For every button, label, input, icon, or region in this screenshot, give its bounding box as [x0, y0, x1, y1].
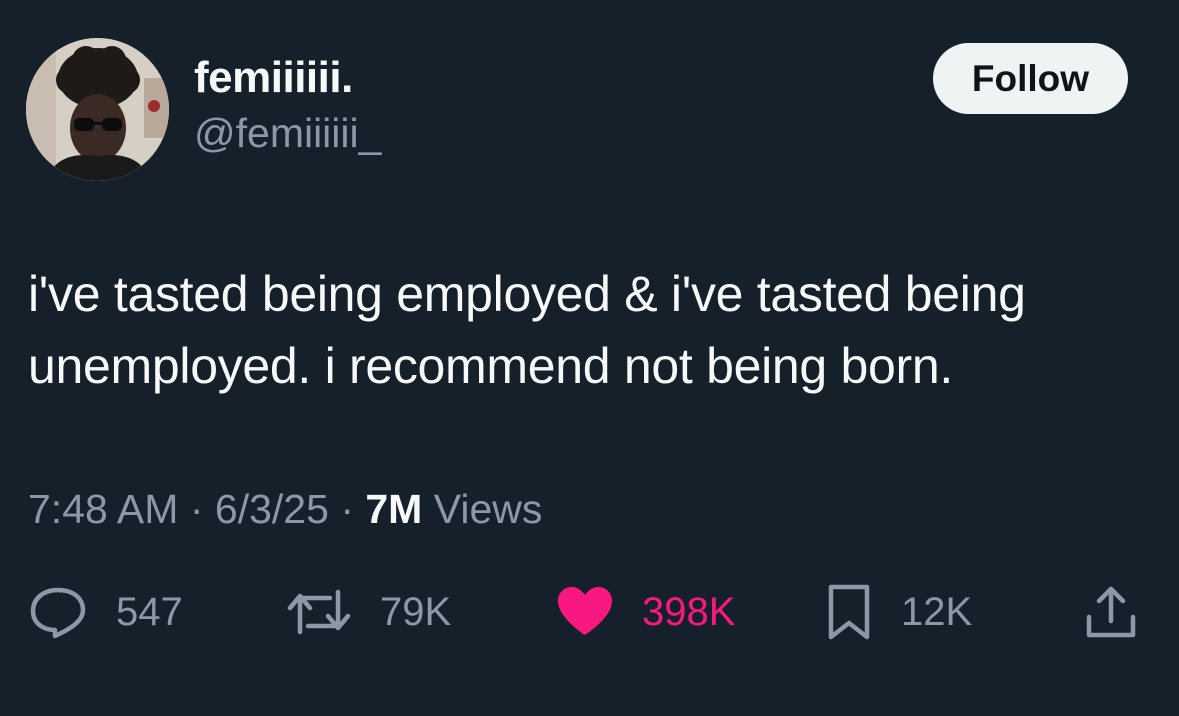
reply-count: 547: [116, 589, 183, 634]
tweet-time[interactable]: 7:48 AM: [28, 486, 178, 532]
action-bar: 547 79K 398K 12K: [0, 580, 1179, 644]
meta-separator: ·: [189, 486, 204, 532]
display-name[interactable]: femiiiiii.: [194, 50, 381, 106]
tweet-text-line-2: unemployed. i recommend not being born.: [28, 338, 953, 394]
tweet-card: femiiiiii. @femiiiiii_ Follow i've taste…: [0, 0, 1179, 716]
heart-icon: [556, 585, 614, 639]
repost-button[interactable]: 79K: [286, 580, 451, 644]
bookmark-icon: [825, 583, 873, 641]
tweet-meta: 7:48 AM · 6/3/25 · 7M Views: [28, 484, 542, 534]
avatar[interactable]: [26, 38, 169, 181]
tweet-text: i've tasted being employed & i've tasted…: [28, 258, 1158, 402]
meta-separator: ·: [340, 486, 354, 532]
like-count: 398K: [642, 589, 736, 634]
reply-button[interactable]: 547: [28, 580, 183, 644]
share-button[interactable]: [1083, 580, 1139, 644]
author-names: femiiiiii. @femiiiiii_: [194, 50, 381, 158]
repost-icon: [286, 584, 352, 640]
handle[interactable]: @femiiiiii_: [194, 108, 381, 158]
share-icon: [1083, 583, 1139, 641]
views-label: Views: [433, 486, 543, 532]
reply-icon: [28, 584, 88, 640]
bookmark-count: 12K: [901, 589, 973, 634]
tweet-text-line-1: i've tasted being employed & i've tasted…: [28, 266, 1026, 322]
follow-button[interactable]: Follow: [933, 43, 1128, 114]
bookmark-button[interactable]: 12K: [825, 580, 972, 644]
repost-count: 79K: [380, 589, 452, 634]
like-button[interactable]: 398K: [556, 580, 735, 644]
views-count: 7M: [365, 486, 423, 532]
tweet-date[interactable]: 6/3/25: [215, 486, 329, 532]
